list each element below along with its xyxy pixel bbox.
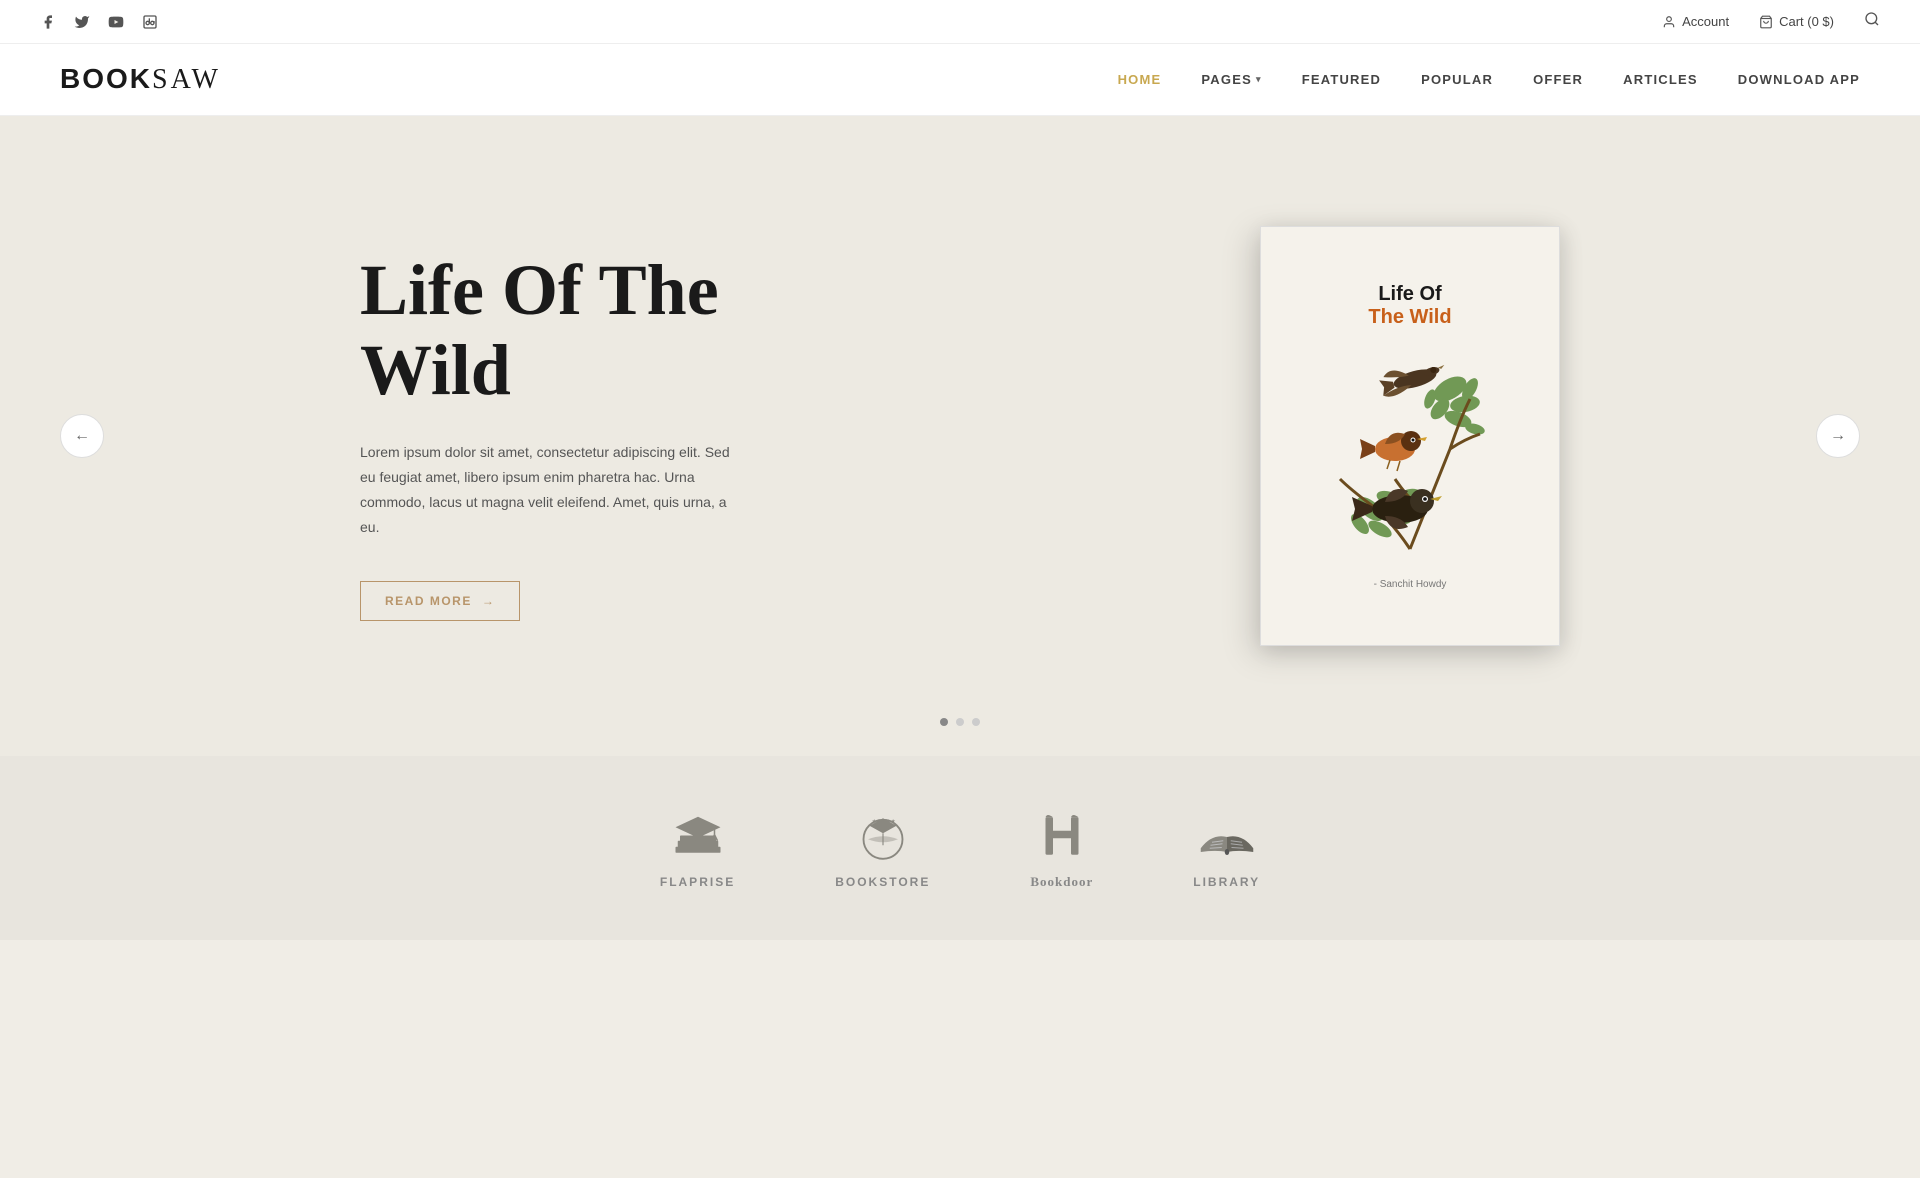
partner-bookstore[interactable]: ★★★★★ BOOKSTORE: [835, 807, 930, 889]
bookstore-label: BOOKSTORE: [835, 875, 930, 889]
partner-bookdoor[interactable]: Bookdoor: [1030, 806, 1093, 890]
facebook-icon[interactable]: [40, 14, 56, 30]
nav-offer[interactable]: OFFER: [1533, 72, 1583, 87]
nav-featured[interactable]: FEATURED: [1302, 72, 1381, 87]
slider-prev-button[interactable]: ←: [60, 414, 104, 458]
library-icon: [1197, 807, 1257, 867]
hero-text: Life Of The Wild Lorem ipsum dolor sit a…: [360, 251, 860, 620]
slider-dot-2[interactable]: [956, 718, 964, 726]
slider-dots: [940, 718, 980, 726]
slider-dot-3[interactable]: [972, 718, 980, 726]
social-links: [40, 14, 158, 30]
bookdoor-label: Bookdoor: [1030, 874, 1093, 890]
nav-links: HOME PAGES ▾ FEATURED POPULAR OFFER ARTI…: [1118, 72, 1860, 87]
hero-book: Life Of The Wild: [1260, 226, 1560, 646]
hero-description: Lorem ipsum dolor sit amet, consectetur …: [360, 440, 740, 541]
read-more-button[interactable]: READ MORE →: [360, 581, 520, 621]
account-link[interactable]: Account: [1662, 14, 1729, 29]
nav-home[interactable]: HOME: [1118, 72, 1162, 87]
book-author: - Sanchit Howdy: [1374, 579, 1447, 590]
hero-inner: Life Of The Wild Lorem ipsum dolor sit a…: [360, 226, 1560, 646]
nav-pages[interactable]: PAGES ▾: [1201, 72, 1261, 87]
cart-link[interactable]: Cart (0 $): [1759, 14, 1834, 29]
nav-articles[interactable]: ARTICLES: [1623, 72, 1698, 87]
library-label: LIBRARY: [1193, 875, 1260, 889]
hero-title: Life Of The Wild: [360, 251, 860, 409]
book-cover: Life Of The Wild: [1260, 226, 1560, 646]
main-nav: BOOKSAW HOME PAGES ▾ FEATURED POPULAR OF…: [0, 44, 1920, 116]
book-cover-title: Life Of The Wild: [1368, 283, 1451, 329]
partners-section: FLAPRISE ★★★★★ BOOKSTORE Bookdoor: [0, 756, 1920, 940]
partner-library[interactable]: LIBRARY: [1193, 807, 1260, 889]
bookdoor-icon: [1032, 806, 1092, 866]
arrow-right-icon: →: [482, 594, 496, 608]
chevron-down-icon: ▾: [1256, 74, 1262, 85]
bookstore-icon: ★★★★★: [853, 807, 913, 867]
slider-next-button[interactable]: →: [1816, 414, 1860, 458]
book-illustration: [1310, 349, 1510, 569]
lastfm-icon[interactable]: [142, 14, 158, 30]
partner-flaprise[interactable]: FLAPRISE: [660, 807, 735, 889]
youtube-icon[interactable]: [108, 14, 124, 30]
nav-download-app[interactable]: DOWNLOAD APP: [1738, 72, 1860, 87]
top-bar: Account Cart (0 $): [0, 0, 1920, 44]
slider-dot-1[interactable]: [940, 718, 948, 726]
twitter-icon[interactable]: [74, 14, 90, 30]
flaprise-icon: [668, 807, 728, 867]
flaprise-label: FLAPRISE: [660, 875, 735, 889]
hero-section: ← Life Of The Wild Lorem ipsum dolor sit…: [0, 116, 1920, 756]
logo[interactable]: BOOKSAW: [60, 63, 221, 96]
search-icon[interactable]: [1864, 11, 1880, 32]
nav-popular[interactable]: POPULAR: [1421, 72, 1493, 87]
top-bar-right: Account Cart (0 $): [1662, 11, 1880, 32]
